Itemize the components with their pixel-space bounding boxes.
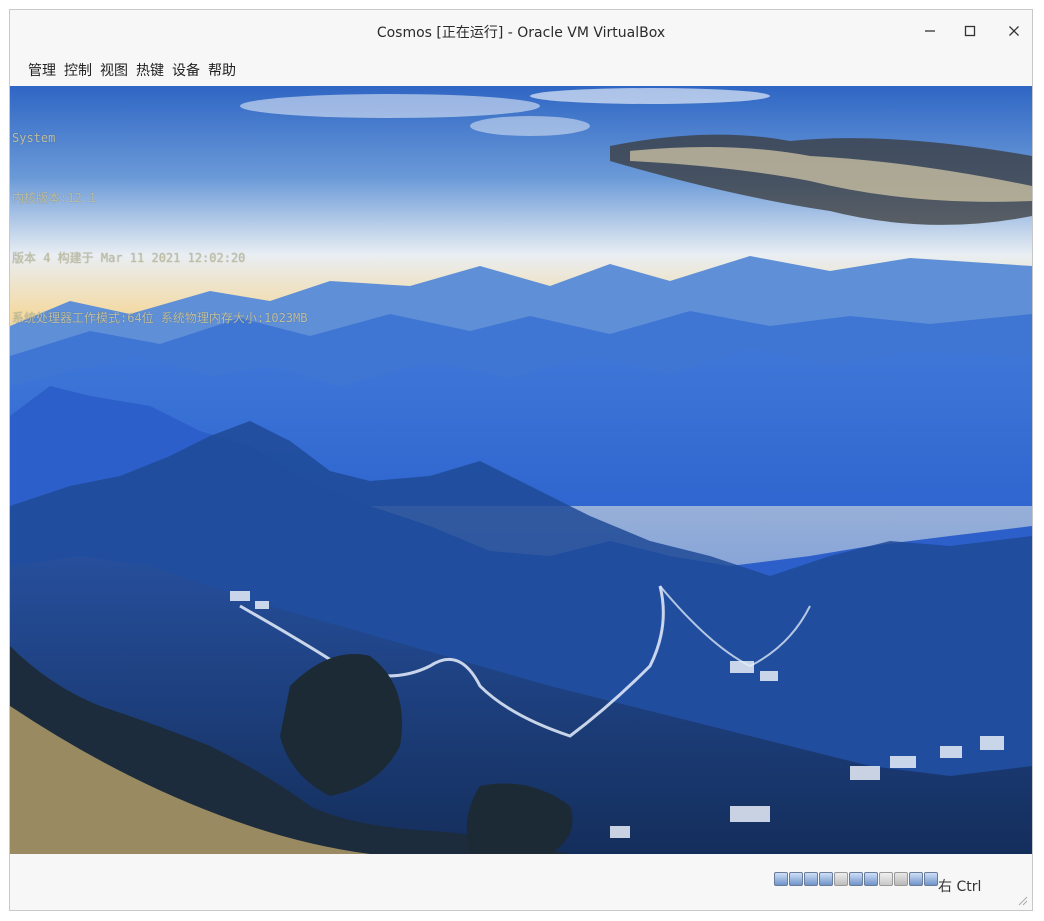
display-icon[interactable] — [864, 872, 878, 886]
keyboard-icon[interactable] — [924, 872, 938, 886]
maximize-icon — [964, 25, 976, 37]
hard-disk-icon[interactable] — [774, 872, 788, 886]
close-icon — [1009, 26, 1019, 36]
window-title: Cosmos [正在运行] - Oracle VM VirtualBox — [376, 25, 666, 41]
cpu-icon[interactable] — [894, 872, 908, 886]
resize-grip-icon[interactable] — [1016, 894, 1028, 906]
host-key-label: 右 Ctrl — [938, 879, 982, 895]
mouse-integration-icon[interactable] — [909, 872, 923, 886]
guest-display[interactable]: System 内核版本:12.1 版本 4 构建于 Mar 11 2021 12… — [10, 86, 1032, 854]
console-line: 版本 4 构建于 Mar 11 2021 12:02:20 — [12, 251, 246, 265]
menu-bar: 管理 控制 视图 热键 设备 帮助 — [10, 54, 1032, 86]
menu-view[interactable]: 视图 — [98, 60, 130, 80]
close-button[interactable] — [1000, 19, 1028, 43]
menu-hotkeys[interactable]: 热键 — [134, 60, 166, 80]
title-bar[interactable]: Cosmos [正在运行] - Oracle VM VirtualBox — [10, 10, 1032, 54]
console-line: 系统处理器工作模式:64位 系统物理内存大小:1023MB — [12, 311, 308, 325]
minimize-icon — [925, 30, 935, 32]
menu-control[interactable]: 控制 — [62, 60, 94, 80]
maximize-button[interactable] — [956, 19, 984, 43]
console-line: 内核版本:12.1 — [12, 191, 97, 205]
video-capture-icon[interactable] — [879, 872, 893, 886]
usb-icon[interactable] — [834, 872, 848, 886]
audio-icon[interactable] — [804, 872, 818, 886]
status-bar: 右 Ctrl — [10, 854, 1032, 910]
menu-help[interactable]: 帮助 — [206, 60, 238, 80]
menu-manage[interactable]: 管理 — [26, 60, 58, 80]
optical-drive-icon[interactable] — [789, 872, 803, 886]
network-icon[interactable] — [819, 872, 833, 886]
guest-console-text: System 内核版本:12.1 版本 4 构建于 Mar 11 2021 12… — [12, 88, 307, 368]
status-icons — [774, 872, 938, 886]
minimize-button[interactable] — [916, 19, 944, 43]
console-line: System — [12, 131, 56, 145]
shared-folders-icon[interactable] — [849, 872, 863, 886]
virtualbox-window: Cosmos [正在运行] - Oracle VM VirtualBox 管理 … — [9, 9, 1033, 911]
menu-devices[interactable]: 设备 — [170, 60, 202, 80]
